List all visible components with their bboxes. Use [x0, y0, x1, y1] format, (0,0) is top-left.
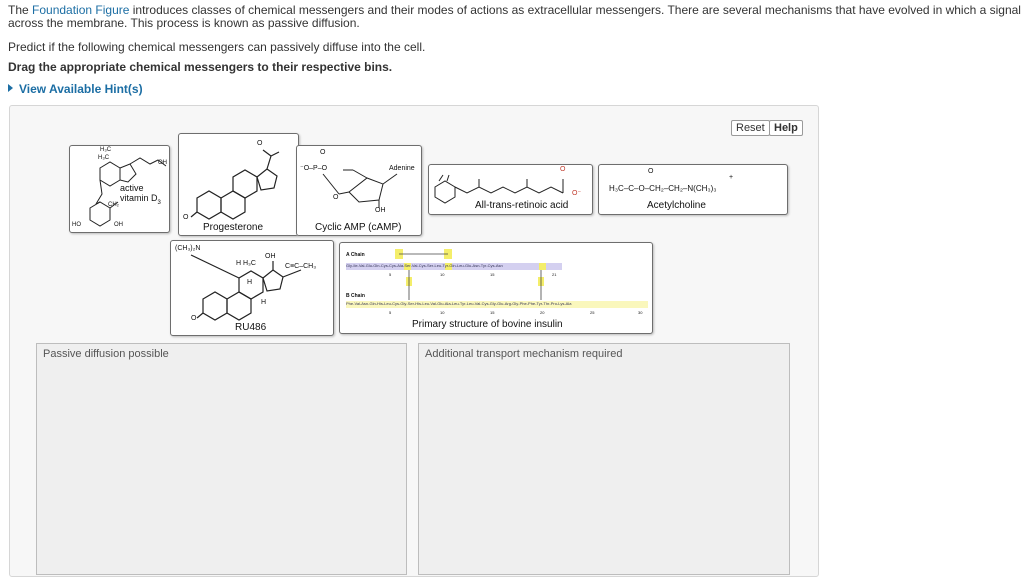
progesterone-structure-icon	[190, 149, 280, 220]
expand-triangle-icon	[8, 84, 13, 92]
intro-text: The Foundation Figure introduces classes…	[8, 4, 1024, 30]
help-button[interactable]: Help	[769, 120, 803, 136]
vitamin-d-label-line1: active	[120, 183, 144, 193]
atom-oh-bottom: OH	[114, 222, 123, 228]
ru486-label: RU486	[235, 322, 267, 333]
b-number-15: 15	[490, 310, 495, 315]
bin-passive-label: Passive diffusion possible	[43, 348, 169, 360]
bin-passive-diffusion[interactable]: Passive diffusion possible	[36, 343, 407, 575]
vitamin-d-label-line2: vitamin D3	[120, 193, 161, 206]
instruction-text: Drag the appropriate chemical messengers…	[8, 60, 393, 74]
tile-camp[interactable]: O ⁻O–P–O Adenine O OH Cyclic AMP (cAMP)	[296, 145, 422, 236]
atom-adenine: Adenine	[389, 165, 415, 172]
camp-label: Cyclic AMP (cAMP)	[315, 222, 402, 233]
retinoic-acid-label: All-trans-retinoic acid	[475, 200, 569, 211]
a-chain-label: A Chain	[346, 252, 365, 258]
atom-alkyne: C≡C–CH₃	[285, 263, 317, 270]
atom-h3c1: H₃C	[100, 147, 112, 153]
tile-vitamin-d[interactable]: H₃C H₃C OH active vitamin D3 CH₂ HO OH	[69, 145, 170, 233]
tile-ru486[interactable]: (CH₃)₂N OH H H₃C C≡C–CH₃ H H O RU486	[170, 240, 334, 336]
atom-h3c: H H₃C	[236, 260, 256, 267]
atom-o: O	[648, 168, 654, 175]
a-number-5: 5	[389, 272, 392, 277]
acetylcholine-label: Acetylcholine	[647, 200, 706, 211]
predict-text: Predict if the following chemical messen…	[8, 40, 426, 54]
insulin-label: Primary structure of bovine insulin	[412, 319, 563, 330]
view-hints-link[interactable]: View Available Hint(s)	[8, 82, 143, 96]
tile-retinoic-acid[interactable]: O O⁻ All-trans-retinoic acid	[428, 164, 593, 215]
tile-progesterone[interactable]: O O Progesterone	[178, 133, 299, 236]
tile-acetylcholine[interactable]: O + H₃C–C–O–CH₂–CH₂–N(CH₃)₃ Acetylcholin…	[598, 164, 788, 215]
b-number-25: 25	[590, 310, 595, 315]
atom-oh-top: OH	[158, 160, 167, 166]
atom-o: O	[560, 166, 566, 173]
bin-additional-transport[interactable]: Additional transport mechanism required	[418, 343, 790, 575]
atom-oh: OH	[375, 207, 386, 214]
atom-h2: H	[261, 299, 267, 306]
b-chain-sequence: Phe-Val-Asn-Gln-His-Leu-Cys-Gly-Ser-His-…	[346, 301, 572, 306]
atom-p: ⁻O–P–O	[300, 165, 328, 172]
a-chain-sequence: Gly-Ile-Val-Glu-Gln-Cys-Cys-Ala-Ser-Val-…	[346, 263, 503, 268]
b-number-5: 5	[389, 310, 392, 315]
b-chain-label: B Chain	[346, 293, 365, 299]
view-hints-label: View Available Hint(s)	[19, 82, 143, 96]
atom-oh: OH	[265, 253, 276, 260]
b-number-20: 20	[540, 310, 545, 315]
atom-o-minus: O⁻	[572, 190, 582, 197]
atom-h1: H	[247, 279, 253, 286]
a-number-21: 21	[552, 272, 557, 277]
atom-nme2: (CH₃)₂N	[175, 245, 201, 252]
atom-o-bottom: O	[333, 194, 339, 201]
b-number-10: 10	[440, 310, 445, 315]
tile-insulin[interactable]: A Chain Gly-Ile-Val-Glu-Gln-Cys-Cys-Ala-…	[339, 242, 653, 334]
atom-ch2: CH₂	[108, 202, 119, 208]
atom-h3c2: H₃C	[98, 155, 110, 161]
atom-o: O	[191, 315, 197, 322]
progesterone-label: Progesterone	[203, 222, 264, 233]
a-number-15: 15	[490, 272, 495, 277]
acetylcholine-formula: H₃C–C–O–CH₂–CH₂–N(CH₃)₃	[609, 184, 717, 193]
atom-o-carbonyl: O	[257, 140, 263, 147]
atom-plus: +	[729, 174, 734, 181]
b-number-30: 30	[638, 310, 643, 315]
atom-o-ring: O	[183, 214, 189, 221]
a-number-10: 10	[440, 272, 445, 277]
intro-line2: across the membrane. This process is kno…	[8, 16, 360, 30]
atom-ho: HO	[72, 222, 81, 228]
reset-button[interactable]: Reset	[731, 120, 770, 136]
bin-additional-label: Additional transport mechanism required	[425, 348, 623, 360]
atom-o-top: O	[320, 149, 326, 156]
